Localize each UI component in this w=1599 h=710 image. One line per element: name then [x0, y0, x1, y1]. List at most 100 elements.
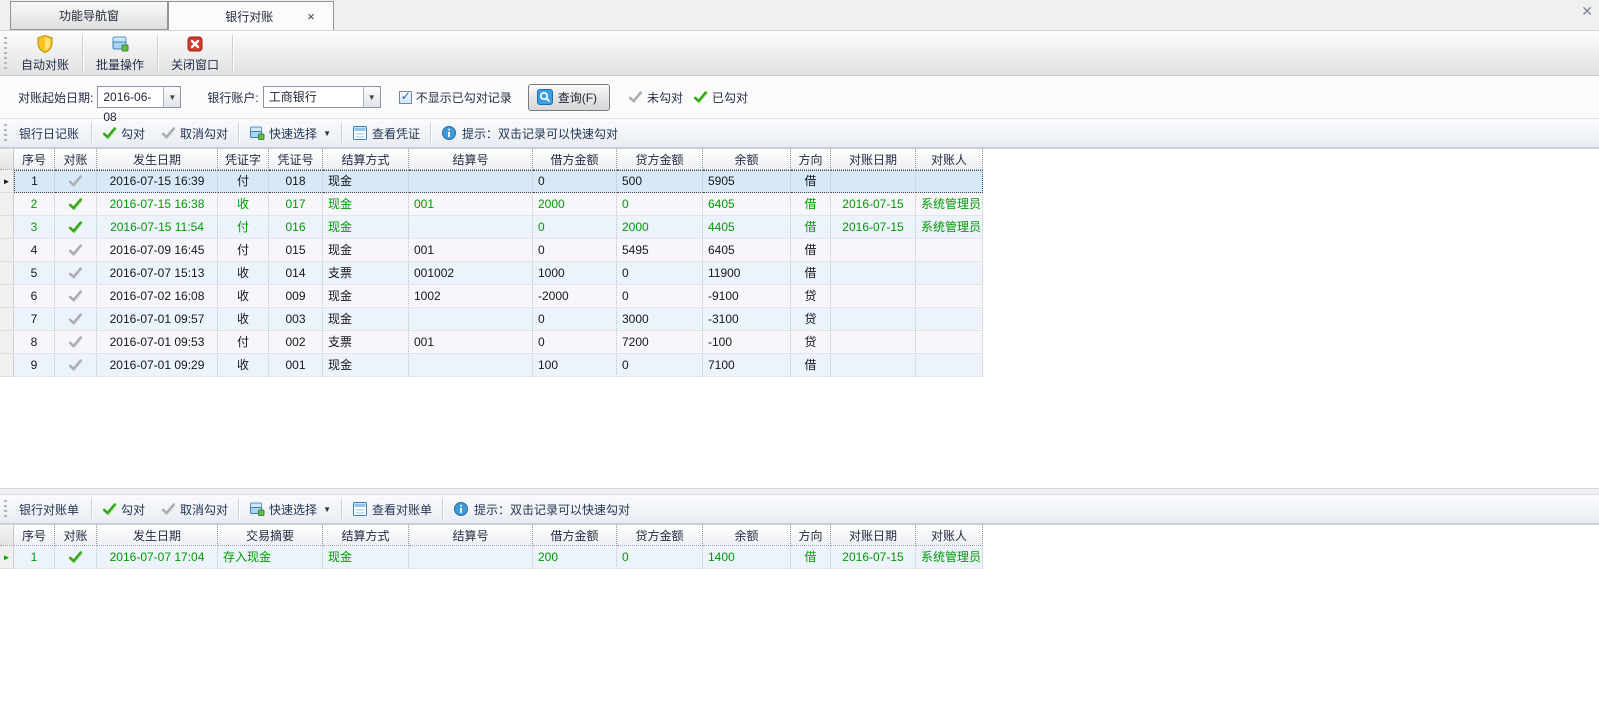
- start-date-combobox[interactable]: 2016-06-08 ▼: [97, 86, 181, 108]
- row-selector[interactable]: [0, 285, 14, 308]
- column-header[interactable]: 结算方式: [323, 149, 409, 170]
- panel-grip[interactable]: [4, 500, 7, 518]
- cell-credit: 0: [617, 193, 703, 216]
- column-header[interactable]: 对账人: [916, 149, 983, 170]
- column-header[interactable]: 方向: [791, 149, 831, 170]
- column-header[interactable]: 结算号: [409, 525, 533, 546]
- journal-tip: 提示：双击记录可以快速勾对: [441, 125, 618, 142]
- cell-match-check[interactable]: [55, 239, 97, 262]
- view-statement-button[interactable]: 查看对账单: [352, 501, 432, 518]
- table-row[interactable]: 4 2016-07-09 16:45 付 015 现金 001 0 5495 6…: [0, 239, 983, 262]
- match-button[interactable]: 勾对: [102, 125, 145, 142]
- view-statement-label: 查看对账单: [372, 501, 432, 518]
- cell-direction: 借: [791, 262, 831, 285]
- chevron-down-icon[interactable]: ▼: [163, 87, 180, 107]
- panel-separator: [341, 499, 342, 519]
- cell-match-check[interactable]: [55, 285, 97, 308]
- cell-match-check[interactable]: [55, 193, 97, 216]
- column-header[interactable]: 对账: [55, 525, 97, 546]
- bank-account-label: 银行账户:: [207, 89, 258, 106]
- row-selector[interactable]: ►: [0, 170, 14, 193]
- column-header[interactable]: 对账: [55, 149, 97, 170]
- unmatch-button[interactable]: 取消勾对: [161, 501, 228, 518]
- cell-match-check[interactable]: [55, 170, 97, 193]
- batch-operations-button[interactable]: 批量操作: [85, 31, 155, 75]
- window-close-icon[interactable]: ✕: [1581, 3, 1593, 20]
- row-selector[interactable]: [0, 239, 14, 262]
- table-row[interactable]: 2 2016-07-15 16:38 收 017 现金 001 2000 0 6…: [0, 193, 983, 216]
- statement-grid: 序号对账发生日期交易摘要结算方式结算号借方金额贷方金额余额方向对账日期对账人 ►…: [0, 524, 1599, 710]
- match-button[interactable]: 勾对: [102, 501, 145, 518]
- cell-match-check[interactable]: [55, 308, 97, 331]
- row-selector[interactable]: [0, 354, 14, 377]
- table-row[interactable]: 9 2016-07-01 09:29 收 001 现金 100 0 7100 借: [0, 354, 983, 377]
- row-selector[interactable]: [0, 216, 14, 239]
- cell-match-check[interactable]: [55, 546, 97, 569]
- cell-match-check[interactable]: [55, 216, 97, 239]
- table-row[interactable]: 7 2016-07-01 09:57 收 003 现金 0 3000 -3100…: [0, 308, 983, 331]
- cell-settle-method: 支票: [323, 262, 409, 285]
- toolbar-grip[interactable]: [4, 37, 7, 69]
- cell-voucher-word: 付: [218, 239, 269, 262]
- cell-voucher-no: 009: [269, 285, 323, 308]
- column-header[interactable]: 余额: [703, 525, 791, 546]
- column-header[interactable]: 贷方金额: [617, 149, 703, 170]
- row-selector[interactable]: ►: [0, 546, 14, 569]
- column-header[interactable]: 对账人: [916, 525, 983, 546]
- auto-reconcile-button[interactable]: 自动对账: [10, 31, 80, 75]
- chevron-down-icon[interactable]: ▼: [363, 87, 380, 107]
- query-button[interactable]: 查询(F): [528, 84, 610, 111]
- quick-select-button[interactable]: 快速选择 ▼: [249, 125, 331, 142]
- row-selector[interactable]: [0, 308, 14, 331]
- column-header[interactable]: 交易摘要: [218, 525, 323, 546]
- cell-recon-user: [916, 331, 983, 354]
- column-header[interactable]: 结算方式: [323, 525, 409, 546]
- bank-account-combobox[interactable]: 工商银行 ▼: [263, 86, 381, 108]
- quick-select-button[interactable]: 快速选择 ▼: [249, 501, 331, 518]
- table-row[interactable]: 3 2016-07-15 11:54 付 016 现金 0 2000 4405 …: [0, 216, 983, 239]
- row-selector[interactable]: [0, 193, 14, 216]
- cell-match-check[interactable]: [55, 262, 97, 285]
- column-header[interactable]: 结算号: [409, 149, 533, 170]
- panel-separator: [341, 123, 342, 143]
- column-header[interactable]: 借方金额: [533, 525, 617, 546]
- column-header[interactable]: 发生日期: [97, 149, 218, 170]
- tab-bar: 功能导航窗 银行对账 × ✕: [0, 0, 1599, 30]
- cell-recon-date: 2016-07-15: [831, 546, 916, 569]
- column-header[interactable]: 贷方金额: [617, 525, 703, 546]
- column-header[interactable]: 余额: [703, 149, 791, 170]
- column-header[interactable]: 方向: [791, 525, 831, 546]
- table-row[interactable]: ► 1 2016-07-07 17:04 存入现金 现金 200 0 1400 …: [0, 546, 983, 569]
- column-header[interactable]: 凭证号: [269, 149, 323, 170]
- cell-settle-no: 001: [409, 193, 533, 216]
- cell-match-check[interactable]: [55, 331, 97, 354]
- table-row[interactable]: 6 2016-07-02 16:08 收 009 现金 1002 -2000 0…: [0, 285, 983, 308]
- column-header[interactable]: 借方金额: [533, 149, 617, 170]
- cell-match-check[interactable]: [55, 354, 97, 377]
- close-window-button[interactable]: 关闭窗口: [160, 31, 230, 75]
- cell-voucher-no: 002: [269, 331, 323, 354]
- column-header[interactable]: 序号: [14, 149, 55, 170]
- row-selector[interactable]: [0, 262, 14, 285]
- column-header[interactable]: 发生日期: [97, 525, 218, 546]
- layers-icon: [249, 501, 265, 517]
- green-check-icon: [693, 91, 708, 104]
- row-selector[interactable]: [0, 331, 14, 354]
- panel-grip[interactable]: [4, 124, 7, 142]
- column-header[interactable]: 序号: [14, 525, 55, 546]
- hide-matched-checkbox[interactable]: ✓: [399, 91, 412, 104]
- table-row[interactable]: 5 2016-07-07 15:13 收 014 支票 001002 1000 …: [0, 262, 983, 285]
- table-row[interactable]: 8 2016-07-01 09:53 付 002 支票 001 0 7200 -…: [0, 331, 983, 354]
- column-header[interactable]: 对账日期: [831, 525, 916, 546]
- tab-close-icon[interactable]: ×: [307, 10, 315, 23]
- table-row[interactable]: ► 1 2016-07-15 16:39 付 018 现金 0 500 5905…: [0, 170, 983, 193]
- column-header[interactable]: 凭证字: [218, 149, 269, 170]
- unmatch-button[interactable]: 取消勾对: [161, 125, 228, 142]
- selector-header: [0, 525, 14, 546]
- view-voucher-button[interactable]: 查看凭证: [352, 125, 420, 142]
- tab-bank-reconciliation[interactable]: 银行对账 ×: [168, 1, 334, 30]
- column-header[interactable]: 对账日期: [831, 149, 916, 170]
- tab-function-nav[interactable]: 功能导航窗: [10, 1, 168, 30]
- cell-balance: 6405: [703, 239, 791, 262]
- cell-seq: 1: [14, 546, 55, 569]
